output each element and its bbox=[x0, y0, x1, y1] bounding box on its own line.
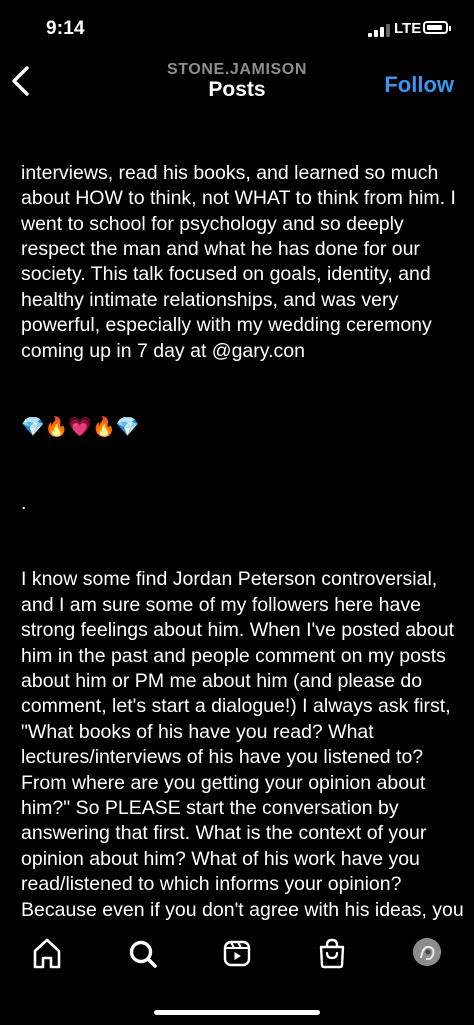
follow-button[interactable]: Follow bbox=[384, 72, 454, 98]
header: STONE.JAMISON Posts Follow bbox=[0, 58, 474, 110]
caption-paragraph-2: I know some find Jordan Peterson controv… bbox=[21, 568, 465, 925]
nav-home[interactable] bbox=[22, 928, 72, 978]
network-type: LTE bbox=[394, 20, 422, 37]
search-icon bbox=[129, 940, 157, 968]
status-bar: 9:14 LTE bbox=[0, 0, 474, 58]
post-caption: interviews, read his books, and learned … bbox=[21, 110, 466, 925]
reels-icon bbox=[223, 940, 251, 967]
cellular-signal-icon bbox=[368, 24, 390, 37]
nav-search[interactable] bbox=[118, 928, 168, 978]
bottom-navigation bbox=[0, 928, 474, 984]
nav-reels[interactable] bbox=[212, 928, 262, 978]
nav-shop[interactable] bbox=[307, 928, 357, 978]
avatar-image-icon bbox=[413, 938, 441, 966]
home-icon bbox=[33, 938, 61, 969]
caption-emojis: 💎🔥💗🔥💎 bbox=[21, 416, 140, 438]
shop-bag-icon bbox=[319, 938, 345, 969]
profile-avatar[interactable] bbox=[413, 938, 441, 966]
battery-icon bbox=[423, 21, 451, 34]
status-time: 9:14 bbox=[46, 18, 85, 39]
caption-paragraph-1: interviews, read his books, and learned … bbox=[21, 161, 462, 362]
caption-separator: . bbox=[21, 492, 27, 515]
home-indicator bbox=[154, 1010, 320, 1015]
